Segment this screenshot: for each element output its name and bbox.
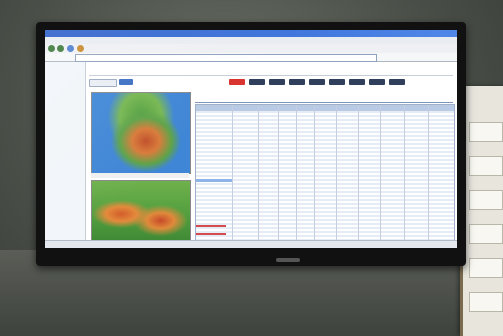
web-page bbox=[45, 62, 457, 248]
tab-button[interactable] bbox=[369, 79, 385, 85]
table-column-line bbox=[428, 105, 429, 245]
observation-table bbox=[195, 104, 455, 246]
home-icon[interactable] bbox=[77, 45, 84, 52]
filter-row bbox=[89, 78, 453, 87]
board-slot bbox=[469, 224, 503, 244]
browser-title-bar bbox=[45, 30, 457, 37]
tv-logo bbox=[276, 258, 300, 262]
browser-forward-icon[interactable] bbox=[57, 45, 64, 52]
table-column-line bbox=[358, 105, 359, 245]
board-slot bbox=[469, 156, 503, 176]
browser-status-bar bbox=[45, 240, 457, 248]
tab-button[interactable] bbox=[349, 79, 365, 85]
board-slot bbox=[469, 292, 503, 312]
table-column-line bbox=[314, 105, 315, 245]
bulletin-board bbox=[460, 86, 503, 336]
map-caption bbox=[91, 173, 189, 178]
tab-button[interactable] bbox=[329, 79, 345, 85]
tab-button[interactable] bbox=[269, 79, 285, 85]
monitor-screen bbox=[45, 30, 457, 248]
tab-button[interactable] bbox=[389, 79, 405, 85]
alert-table-row bbox=[196, 225, 226, 227]
alert-table-row bbox=[196, 233, 226, 235]
board-slot bbox=[469, 258, 503, 278]
tab-button[interactable] bbox=[289, 79, 305, 85]
table-column-line bbox=[278, 105, 279, 245]
filter-select[interactable] bbox=[89, 79, 117, 87]
browser-menu-bar bbox=[45, 37, 457, 44]
tab-button-active[interactable] bbox=[229, 79, 245, 85]
refresh-icon[interactable] bbox=[67, 45, 74, 52]
address-input[interactable] bbox=[75, 54, 377, 62]
address-bar-row bbox=[45, 53, 457, 62]
table-column-line bbox=[404, 105, 405, 245]
table-column-line bbox=[380, 105, 381, 245]
table-column-line bbox=[336, 105, 337, 245]
weather-map-korea bbox=[91, 92, 191, 174]
page-header bbox=[89, 65, 453, 76]
board-slot bbox=[469, 122, 503, 142]
table-column-line bbox=[296, 105, 297, 245]
left-nav bbox=[45, 62, 86, 248]
selected-table-row[interactable] bbox=[196, 179, 232, 182]
table-caption bbox=[195, 92, 453, 103]
tab-button[interactable] bbox=[309, 79, 325, 85]
tab-button[interactable] bbox=[249, 79, 265, 85]
browser-back-icon[interactable] bbox=[48, 45, 55, 52]
weather-map-detail bbox=[91, 180, 191, 248]
search-button[interactable] bbox=[119, 79, 133, 85]
table-header bbox=[196, 105, 454, 111]
board-slot bbox=[469, 190, 503, 210]
table-column-line bbox=[232, 105, 233, 245]
table-column-line bbox=[258, 105, 259, 245]
